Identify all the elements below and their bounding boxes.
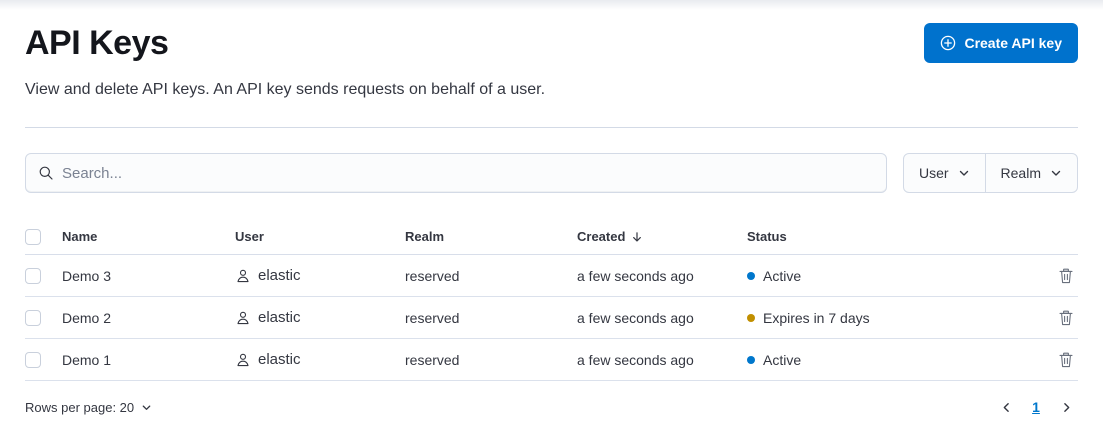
status-dot [747, 272, 755, 280]
previous-page-button[interactable] [994, 395, 1018, 419]
delete-api-key-button[interactable] [1054, 348, 1078, 372]
chevron-down-icon [1050, 167, 1062, 179]
search-box[interactable] [25, 153, 887, 193]
delete-api-key-button[interactable] [1054, 306, 1078, 330]
create-api-key-button[interactable]: Create API key [924, 23, 1078, 63]
select-all-checkbox[interactable] [25, 229, 41, 245]
create-api-key-label: Create API key [964, 35, 1062, 51]
rows-per-page-button[interactable]: Rows per page: 20 [25, 400, 152, 415]
trash-icon [1058, 352, 1074, 368]
chevron-down-icon [141, 402, 152, 413]
table-row: Demo 3 elastic reserved a few seconds ag… [25, 255, 1078, 297]
table-footer: Rows per page: 20 1 [25, 395, 1078, 419]
rows-per-page-label: Rows per page: 20 [25, 400, 134, 415]
table-row: Demo 2 elastic reserved a few seconds ag… [25, 297, 1078, 339]
api-key-created: a few seconds ago [577, 352, 747, 368]
api-key-user: elastic [235, 267, 405, 284]
status-dot [747, 356, 755, 364]
api-keys-page: API Keys Create API key View and delete … [0, 23, 1103, 419]
trash-icon [1058, 268, 1074, 284]
next-page-button[interactable] [1054, 395, 1078, 419]
chevron-down-icon [958, 167, 970, 179]
chevron-right-icon [1060, 401, 1073, 414]
table-header-row: Name User Realm Created Status [25, 219, 1078, 255]
api-key-status: Expires in 7 days [747, 310, 1050, 326]
table-body: Demo 3 elastic reserved a few seconds ag… [25, 255, 1078, 381]
filter-group: User Realm [903, 153, 1078, 193]
chevron-left-icon [1000, 401, 1013, 414]
api-key-realm: reserved [405, 352, 577, 368]
api-key-realm: reserved [405, 310, 577, 326]
api-key-status: Active [747, 352, 1050, 368]
select-row-checkbox[interactable] [25, 268, 41, 284]
page-title: API Keys [25, 23, 168, 63]
api-key-name: Demo 2 [62, 310, 235, 326]
api-key-user: elastic [235, 309, 405, 326]
filter-user-button[interactable]: User [904, 154, 986, 192]
pagination: 1 [994, 395, 1078, 419]
api-key-created: a few seconds ago [577, 310, 747, 326]
api-key-realm: reserved [405, 268, 577, 284]
table-row: Demo 1 elastic reserved a few seconds ag… [25, 339, 1078, 381]
search-icon [38, 165, 54, 181]
user-icon [235, 310, 251, 326]
api-keys-table: Name User Realm Created Status [25, 219, 1078, 381]
page-header: API Keys Create API key [25, 23, 1078, 63]
column-header-created[interactable]: Created [577, 229, 747, 244]
search-input[interactable] [62, 165, 874, 182]
page-subtitle: View and delete API keys. An API key sen… [25, 78, 1078, 102]
top-edge-shadow [0, 0, 1103, 10]
header-divider [25, 127, 1078, 128]
api-key-name: Demo 1 [62, 352, 235, 368]
select-row-checkbox[interactable] [25, 352, 41, 368]
api-key-created: a few seconds ago [577, 268, 747, 284]
status-dot [747, 314, 755, 322]
column-header-user[interactable]: User [235, 229, 405, 244]
sort-descending-icon [631, 231, 643, 243]
trash-icon [1058, 310, 1074, 326]
column-header-name[interactable]: Name [62, 229, 235, 244]
filter-user-label: User [919, 165, 949, 181]
column-header-realm[interactable]: Realm [405, 229, 577, 244]
page-1-button[interactable]: 1 [1024, 395, 1048, 419]
controls-bar: User Realm [25, 153, 1078, 193]
filter-realm-button[interactable]: Realm [986, 154, 1077, 192]
api-key-user: elastic [235, 351, 405, 368]
user-icon [235, 268, 251, 284]
api-key-name: Demo 3 [62, 268, 235, 284]
delete-api-key-button[interactable] [1054, 264, 1078, 288]
api-key-status: Active [747, 268, 1050, 284]
select-row-checkbox[interactable] [25, 310, 41, 326]
filter-realm-label: Realm [1001, 165, 1041, 181]
user-icon [235, 352, 251, 368]
plus-circle-icon [940, 35, 956, 51]
column-header-status[interactable]: Status [747, 229, 1050, 244]
